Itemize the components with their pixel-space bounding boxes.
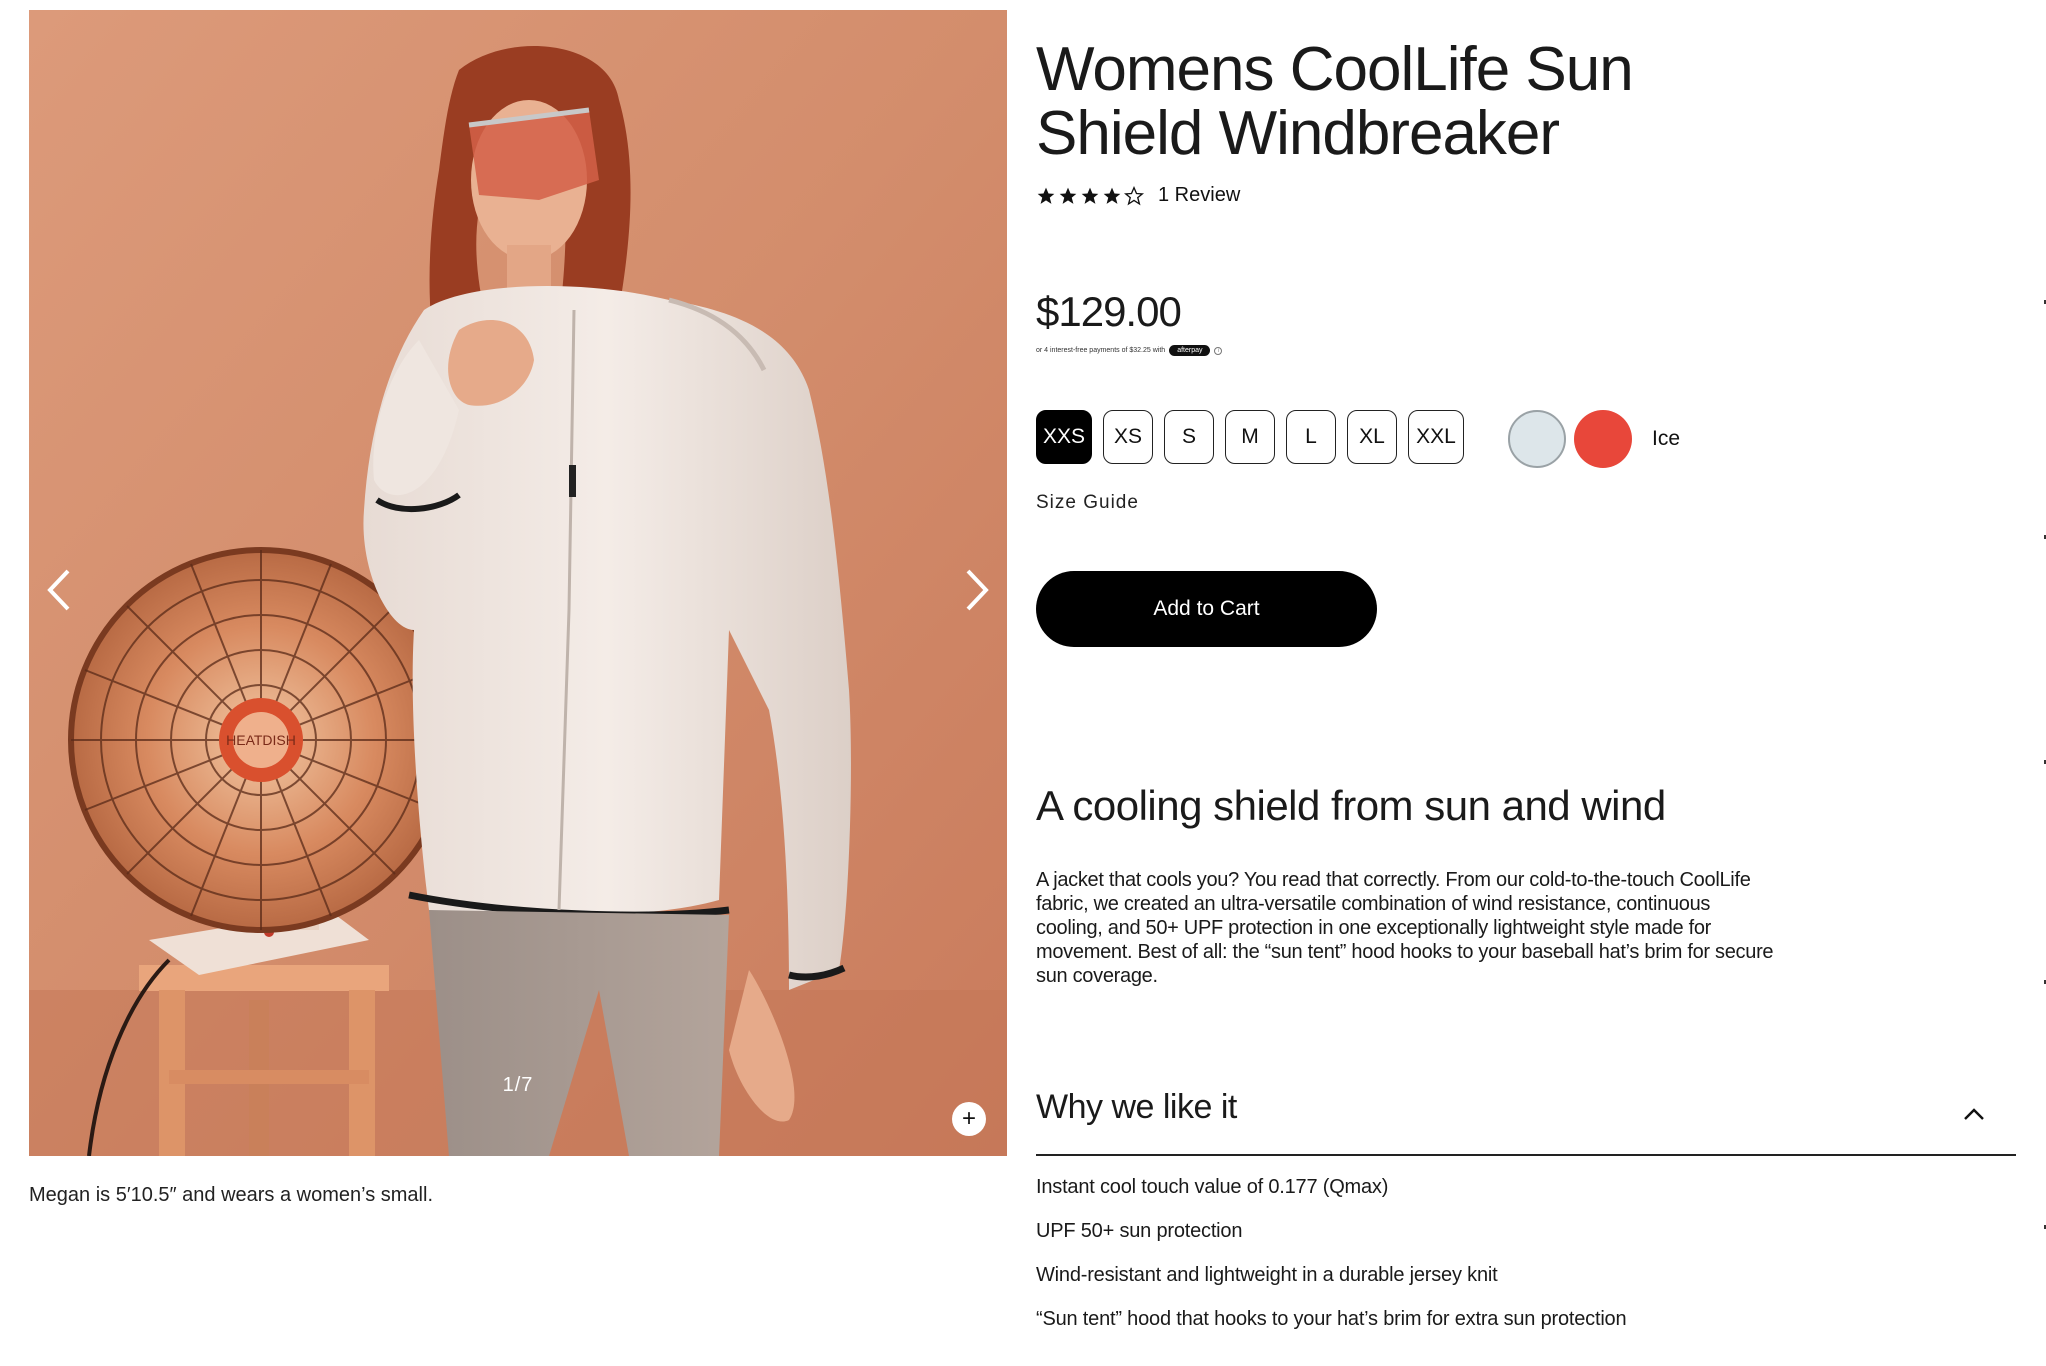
zoom-button[interactable]: + [952, 1102, 986, 1136]
chevron-left-icon [47, 569, 70, 611]
accordion-title: Why we like it [1036, 1088, 1237, 1126]
chevron-up-icon [1964, 1108, 1984, 1120]
size-option-xl[interactable]: XL [1347, 410, 1397, 464]
star-filled-icon [1081, 187, 1099, 204]
size-option-l[interactable]: L [1286, 410, 1336, 464]
feature-item: “Sun tent” hood that hooks to your hat’s… [1036, 1308, 1627, 1330]
star-rating [1036, 185, 1144, 206]
size-option-xxs[interactable]: XXS [1036, 410, 1092, 464]
size-selector: XXS XS S M L XL XXL [1036, 410, 1464, 464]
star-empty-icon [1124, 185, 1144, 205]
previous-image-button[interactable] [35, 555, 83, 625]
chevron-right-icon [966, 569, 989, 611]
product-title: Womens CoolLife Sun Shield Windbreaker [1036, 35, 1634, 168]
selected-color-name: Ice [1652, 427, 1681, 450]
star-filled-icon [1037, 187, 1055, 204]
size-option-xxl[interactable]: XXL [1408, 410, 1464, 464]
feature-item: UPF 50+ sun protection [1036, 1220, 1243, 1242]
description-body: A jacket that cools you? You read that c… [1036, 869, 1774, 987]
installment-message: or 4 interest-free payments of $32.25 wi… [1036, 345, 1223, 356]
feature-item: Wind-resistant and lightweight in a dura… [1036, 1264, 1498, 1286]
color-swatch-ice[interactable] [1508, 410, 1566, 468]
page-edge-scrollbar [2044, 300, 2046, 1229]
next-image-button[interactable] [953, 555, 1001, 625]
review-count-link[interactable]: 1 Review [1158, 184, 1240, 207]
size-option-m[interactable]: M [1225, 410, 1275, 464]
feature-item: Instant cool touch value of 0.177 (Qmax) [1036, 1176, 1389, 1198]
model-caption: Megan is 5′10.5″ and wears a women’s sma… [29, 1184, 433, 1206]
product-photo: HEATDISH [29, 10, 1007, 1156]
slide-counter: 1/7 [502, 1074, 534, 1096]
product-image-gallery[interactable]: HEATDISH 1/7 + [29, 10, 1007, 1156]
why-we-like-it-accordion[interactable]: Why we like it [1036, 1084, 2016, 1156]
color-selector: Ice [1508, 410, 1680, 468]
description-heading: A cooling shield from sun and wind [1036, 782, 1666, 829]
size-option-s[interactable]: S [1164, 410, 1214, 464]
info-icon[interactable]: i [1214, 346, 1223, 355]
feature-list: Instant cool touch value of 0.177 (Qmax)… [1036, 1176, 1627, 1352]
afterpay-badge[interactable]: afterpay [1169, 345, 1211, 356]
size-guide-link[interactable]: Size Guide [1036, 492, 1139, 514]
size-option-xs[interactable]: XS [1103, 410, 1153, 464]
star-filled-icon [1059, 187, 1077, 204]
product-price: $129.00 [1036, 288, 1182, 335]
color-swatch-red[interactable] [1574, 410, 1632, 468]
rating-summary[interactable]: 1 Review [1036, 184, 1240, 207]
heater-brand-label: HEATDISH [226, 732, 296, 748]
installment-text: or 4 interest-free payments of $32.25 wi… [1036, 347, 1166, 354]
add-to-cart-button[interactable]: Add to Cart [1036, 571, 1377, 647]
star-filled-icon [1103, 187, 1121, 204]
